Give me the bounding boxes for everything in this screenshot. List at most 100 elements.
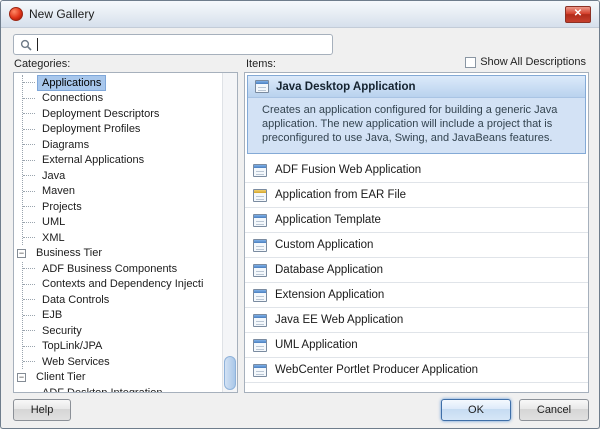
item-adf-fusion-web-application[interactable]: ADF Fusion Web Application <box>245 158 588 183</box>
item-application-template[interactable]: Application Template <box>245 208 588 233</box>
item-java-ee-web-application[interactable]: Java EE Web Application <box>245 308 588 333</box>
show-all-descriptions-checkbox[interactable]: Show All Descriptions <box>465 56 586 68</box>
tree-connector <box>23 361 35 362</box>
tree-item-toplink-jpa[interactable]: TopLink/JPA <box>14 339 222 355</box>
selected-item-title: Java Desktop Application <box>276 81 416 93</box>
tree-item-external-applications[interactable]: External Applications <box>14 153 222 169</box>
item-label: ADF Fusion Web Application <box>275 164 421 176</box>
tree-connector <box>23 191 35 192</box>
new-gallery-dialog: New Gallery ✕ Categories: Items: Show Al… <box>0 0 600 429</box>
application-icon <box>253 264 267 277</box>
titlebar[interactable]: New Gallery ✕ <box>1 1 599 28</box>
tree-connector <box>23 299 35 300</box>
tree-item-adf-desktop-integration[interactable]: ADF Desktop Integration <box>14 385 222 392</box>
tree-item-label: Deployment Profiles <box>38 122 144 136</box>
categories-tree: Applications Connections Deployment Desc… <box>14 73 222 392</box>
tree-connector <box>23 268 35 269</box>
vertical-scrollbar[interactable] <box>222 73 237 392</box>
tree-item-contexts-and-dependency-injection[interactable]: Contexts and Dependency Injecti <box>14 277 222 293</box>
item-label: Application from EAR File <box>275 189 406 201</box>
tree-item-label: ADF Desktop Integration <box>38 386 166 392</box>
application-icon <box>253 364 267 377</box>
tree-item-java[interactable]: Java <box>14 168 222 184</box>
tree-item-web-services[interactable]: Web Services <box>14 354 222 370</box>
tree-connector <box>23 144 35 145</box>
tree-connector <box>23 237 35 238</box>
tree-item-deployment-descriptors[interactable]: Deployment Descriptors <box>14 106 222 122</box>
tree-item-adf-business-components[interactable]: ADF Business Components <box>14 261 222 277</box>
tree-item-label: External Applications <box>38 153 148 167</box>
application-icon <box>253 164 267 177</box>
item-label: Database Application <box>275 264 383 276</box>
tree-item-projects[interactable]: Projects <box>14 199 222 215</box>
item-database-application[interactable]: Database Application <box>245 258 588 283</box>
collapse-icon[interactable]: − <box>17 373 26 382</box>
item-java-desktop-application-selected[interactable]: Java Desktop Application Creates an appl… <box>247 75 586 154</box>
tree-connector <box>23 315 35 316</box>
item-uml-application[interactable]: UML Application <box>245 333 588 358</box>
item-extension-application[interactable]: Extension Application <box>245 283 588 308</box>
tree-item-label: Contexts and Dependency Injecti <box>38 277 207 291</box>
tree-item-maven[interactable]: Maven <box>14 184 222 200</box>
categories-label: Categories: <box>14 58 70 70</box>
search-icon <box>20 39 32 51</box>
tree-connector <box>23 113 35 114</box>
selected-item-description: Creates an application configured for bu… <box>248 98 585 153</box>
scrollbar-thumb[interactable] <box>224 356 236 390</box>
search-input[interactable] <box>43 37 326 52</box>
tree-node-business-tier[interactable]: − Business Tier <box>14 246 222 262</box>
collapse-icon[interactable]: − <box>17 249 26 258</box>
tree-item-label: EJB <box>38 308 66 322</box>
tree-node-label: Client Tier <box>32 370 90 384</box>
tree-item-deployment-profiles[interactable]: Deployment Profiles <box>14 122 222 138</box>
tree-item-label: Connections <box>38 91 107 105</box>
tree-node-client-tier[interactable]: − Client Tier <box>14 370 222 386</box>
tree-item-label: XML <box>38 231 69 245</box>
tree-item-connections[interactable]: Connections <box>14 91 222 107</box>
item-custom-application[interactable]: Custom Application <box>245 233 588 258</box>
window-title: New Gallery <box>29 7 94 21</box>
item-label: Java EE Web Application <box>275 314 403 326</box>
checkbox-icon[interactable] <box>465 57 476 68</box>
tree-item-data-controls[interactable]: Data Controls <box>14 292 222 308</box>
tree-item-label: Projects <box>38 200 86 214</box>
tree-connector <box>23 82 35 83</box>
oracle-app-icon <box>9 7 23 21</box>
item-application-from-ear-file[interactable]: Application from EAR File <box>245 183 588 208</box>
item-webcenter-portlet-producer-application[interactable]: WebCenter Portlet Producer Application <box>245 358 588 383</box>
tree-item-label: Applications <box>38 76 105 90</box>
close-button[interactable]: ✕ <box>565 6 591 23</box>
tree-item-security[interactable]: Security <box>14 323 222 339</box>
item-label: Custom Application <box>275 239 373 251</box>
tree-item-label: Maven <box>38 184 79 198</box>
tree-item-applications[interactable]: Applications <box>14 75 222 91</box>
application-icon <box>253 314 267 327</box>
item-label: Application Template <box>275 214 381 226</box>
ok-button[interactable]: OK <box>441 399 511 421</box>
tree-item-uml[interactable]: UML <box>14 215 222 231</box>
application-icon <box>253 289 267 302</box>
application-icon <box>253 239 267 252</box>
tree-item-label: Java <box>38 169 69 183</box>
tree-item-label: UML <box>38 215 69 229</box>
search-box[interactable] <box>13 34 333 55</box>
tree-item-label: Security <box>38 324 86 338</box>
tree-connector <box>23 330 35 331</box>
tree-connector <box>23 129 35 130</box>
text-caret <box>37 38 38 51</box>
application-icon <box>253 214 267 227</box>
tree-item-ejb[interactable]: EJB <box>14 308 222 324</box>
tree-item-xml[interactable]: XML <box>14 230 222 246</box>
tree-item-label: TopLink/JPA <box>38 339 106 353</box>
tree-connector <box>23 206 35 207</box>
tree-item-diagrams[interactable]: Diagrams <box>14 137 222 153</box>
tree-connector <box>23 175 35 176</box>
help-button[interactable]: Help <box>13 399 71 421</box>
items-label: Items: <box>246 58 276 70</box>
cancel-button[interactable]: Cancel <box>519 399 589 421</box>
show-all-descriptions-label: Show All Descriptions <box>480 56 586 68</box>
tree-connector <box>23 346 35 347</box>
tree-connector <box>23 98 35 99</box>
selected-item-header[interactable]: Java Desktop Application <box>248 76 585 98</box>
tree-connector <box>23 222 35 223</box>
